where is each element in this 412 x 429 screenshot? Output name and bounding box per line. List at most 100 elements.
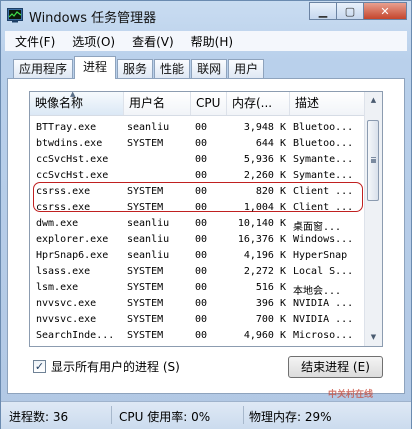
cell-description: Local S... [293, 266, 354, 277]
cell-description: HyperSnap [293, 250, 348, 261]
cell-description: Symante... [293, 170, 354, 181]
cell-description: 本地会... [293, 286, 342, 297]
column-memory[interactable]: 内存(... [227, 92, 290, 115]
tab-services[interactable]: 服务 [117, 59, 154, 78]
minimize-button[interactable]: ▁ [309, 2, 336, 20]
scroll-thumb[interactable] [367, 120, 379, 201]
cell-cpu: 00 [195, 218, 208, 229]
cell-description: Symante... [293, 154, 354, 165]
cell-image-name: HprSnap6.exe [36, 250, 109, 261]
cell-cpu: 00 [195, 186, 208, 197]
table-row[interactable]: ccSvcHst.exe 00 5,936 K Symante... [30, 153, 365, 169]
tab-networking[interactable]: 联网 [191, 59, 228, 78]
status-physical-memory: 物理内存: 29% [249, 410, 332, 424]
show-all-users-option[interactable]: ✓ 显示所有用户的进程 (S) [33, 358, 180, 375]
cell-image-name: ccSvcHst.exe [36, 154, 109, 165]
maximize-icon: ▢ [344, 4, 356, 18]
cell-memory: 16,376 K [237, 234, 286, 245]
cell-memory: 4,960 K [243, 330, 286, 341]
cell-cpu: 00 [195, 298, 208, 309]
end-process-button[interactable]: 结束进程 (E) [288, 356, 383, 378]
cell-description: Bluetoo... [293, 138, 354, 149]
cell-cpu: 00 [195, 138, 208, 149]
cell-user-name: SYSTEM [127, 282, 164, 293]
cell-image-name: ccSvcHst.exe [36, 170, 109, 181]
cell-image-name: lsm.exe [36, 282, 79, 293]
cell-description: Client ... [293, 186, 354, 197]
cell-memory: 516 K [255, 282, 286, 293]
cell-image-name: SearchInde... [36, 330, 115, 341]
cell-image-name: btwdins.exe [36, 138, 103, 149]
window-title: Windows 任务管理器 [29, 11, 157, 26]
cell-image-name: nvvsvc.exe [36, 298, 97, 309]
status-cpu-usage: CPU 使用率: 0% [119, 410, 211, 424]
table-row[interactable]: nvvsvc.exe SYSTEM 00 700 K NVIDIA ... [30, 313, 365, 329]
process-list[interactable]: ▲ 映像名称 用户名 CPU 内存(... 描述 BTTray.exe seanl… [29, 91, 383, 347]
cell-memory: 644 K [255, 138, 286, 149]
cell-description: Windows... [293, 234, 354, 245]
cell-user-name: SYSTEM [127, 202, 164, 213]
vertical-scrollbar[interactable]: ▲ ▼ [364, 92, 382, 346]
show-all-users-label: 显示所有用户的进程 (S) [51, 360, 180, 374]
status-bar: 进程数: 36 CPU 使用率: 0% 物理内存: 29% [1, 401, 411, 429]
tab-performance[interactable]: 性能 [154, 59, 191, 78]
column-user-name[interactable]: 用户名 [124, 92, 191, 115]
scroll-down-icon[interactable]: ▼ [365, 329, 382, 346]
menu-view[interactable]: 查看(V) [122, 33, 181, 50]
cell-description: Client ... [293, 202, 354, 213]
cell-cpu: 00 [195, 330, 208, 341]
cell-memory: 2,272 K [243, 266, 286, 277]
table-row[interactable]: csrss.exe SYSTEM 00 820 K Client ... [30, 185, 365, 201]
tab-strip: 应用程序 进程 服务 性能 联网 用户 [13, 56, 265, 79]
table-row[interactable]: nvvsvc.exe SYSTEM 00 396 K NVIDIA ... [30, 297, 365, 313]
task-manager-icon [7, 8, 23, 23]
cell-description: NVIDIA ... [293, 298, 354, 309]
cell-cpu: 00 [195, 282, 208, 293]
tab-users[interactable]: 用户 [228, 59, 265, 78]
cell-cpu: 00 [195, 154, 208, 165]
maximize-button[interactable]: ▢ [336, 2, 363, 20]
list-body: BTTray.exe seanliu 00 3,948 K Bluetoo... btwd… [30, 121, 365, 345]
menu-options[interactable]: 选项(O) [62, 33, 122, 50]
table-row[interactable]: lsass.exe SYSTEM 00 2,272 K Local S... [30, 265, 365, 281]
scroll-up-icon[interactable]: ▲ [365, 92, 382, 109]
column-image-name[interactable]: ▲ 映像名称 [30, 92, 124, 115]
table-row[interactable]: lsm.exe SYSTEM 00 516 K 本地会... [30, 281, 365, 297]
table-row[interactable]: HprSnap6.exe seanliu 00 4,196 K HyperSnap [30, 249, 365, 265]
table-row[interactable]: dwm.exe seanliu 00 10,140 K 桌面窗... [30, 217, 365, 233]
table-row[interactable]: csrss.exe SYSTEM 00 1,004 K Client ... [30, 201, 365, 217]
cell-memory: 1,004 K [243, 202, 286, 213]
task-manager-window: Windows 任务管理器 ▁ ▢ ✕ 文件(F) 选项(O) 查看(V) 帮助… [0, 0, 412, 429]
column-description[interactable]: 描述 [290, 92, 365, 115]
cell-user-name: SYSTEM [127, 266, 164, 277]
tab-processes[interactable]: 进程 [74, 56, 117, 79]
cell-memory: 4,196 K [243, 250, 286, 261]
table-row[interactable]: BTTray.exe seanliu 00 3,948 K Bluetoo... [30, 121, 365, 137]
cell-description: NVIDIA ... [293, 314, 354, 325]
cell-cpu: 00 [195, 234, 208, 245]
tab-applications[interactable]: 应用程序 [13, 59, 74, 78]
table-row[interactable]: btwdins.exe SYSTEM 00 644 K Bluetoo... [30, 137, 365, 153]
close-button[interactable]: ✕ [363, 2, 407, 20]
title-bar[interactable]: Windows 任务管理器 ▁ ▢ ✕ [1, 1, 411, 29]
cell-image-name: csrss.exe [36, 186, 91, 197]
cell-memory: 5,936 K [243, 154, 286, 165]
cell-memory: 820 K [255, 186, 286, 197]
status-divider [111, 406, 112, 424]
menu-file[interactable]: 文件(F) [5, 33, 62, 50]
cell-user-name: SYSTEM [127, 138, 164, 149]
cell-memory: 3,948 K [243, 122, 286, 133]
table-row[interactable]: ccSvcHst.exe 00 2,260 K Symante... [30, 169, 365, 185]
cell-description: 桌面窗... [293, 222, 342, 233]
show-all-users-checkbox[interactable]: ✓ [33, 360, 46, 373]
cell-cpu: 00 [195, 202, 208, 213]
watermark-logo: 中关村在线 [328, 390, 374, 400]
table-row[interactable]: SearchInde... SYSTEM 00 4,960 K Microso... [30, 329, 365, 345]
status-divider [243, 406, 244, 424]
cell-cpu: 00 [195, 314, 208, 325]
list-header: ▲ 映像名称 用户名 CPU 内存(... 描述 [30, 92, 365, 116]
cell-cpu: 00 [195, 266, 208, 277]
column-cpu[interactable]: CPU [191, 92, 227, 115]
menu-help[interactable]: 帮助(H) [181, 33, 240, 50]
table-row[interactable]: explorer.exe seanliu 00 16,376 K Windows... [30, 233, 365, 249]
